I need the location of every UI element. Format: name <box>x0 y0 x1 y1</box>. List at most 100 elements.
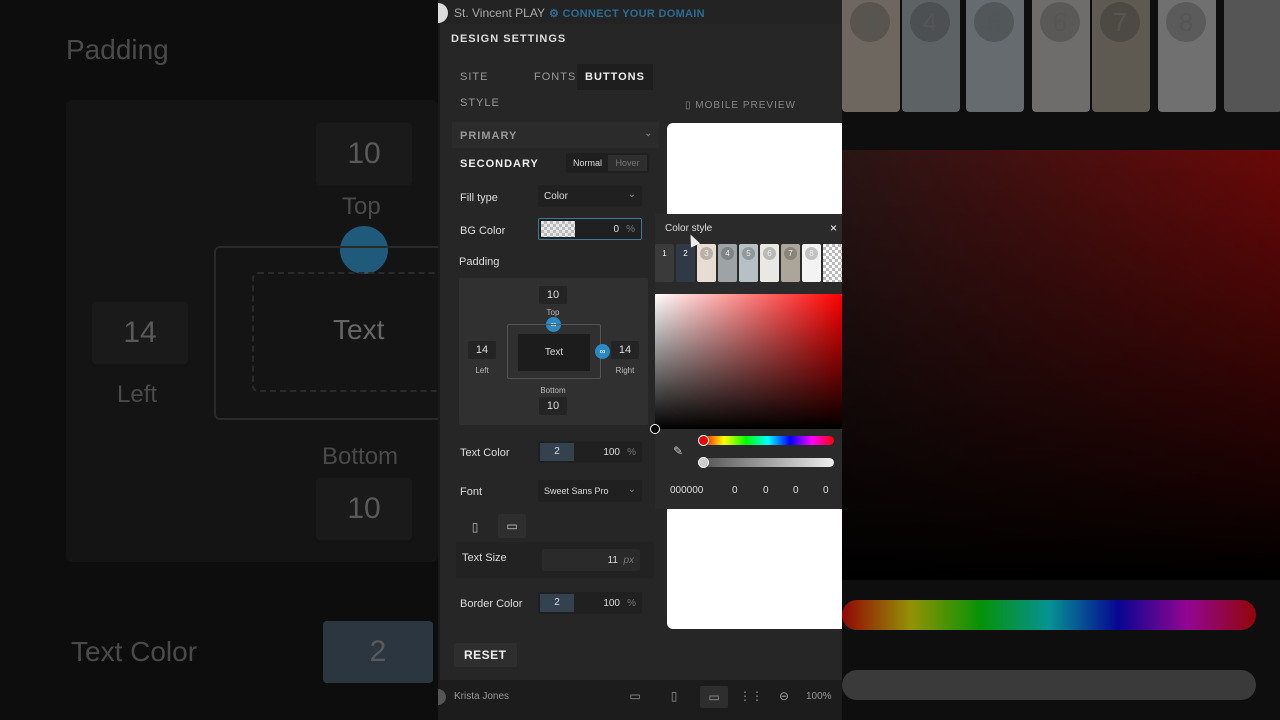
tablet-view-icon[interactable]: ▭ <box>700 686 728 708</box>
padding-top-input[interactable]: 10 <box>539 286 567 304</box>
bg-swatch-5: 5 <box>966 0 1024 112</box>
text-size-value: 11 <box>607 555 618 566</box>
grid-icon[interactable]: ⋮⋮ <box>739 689 763 705</box>
dialog-title: DESIGN SETTINGS <box>451 33 567 45</box>
text-color-label: Text Color <box>460 447 510 459</box>
mobile-device-icon[interactable]: ▯ <box>464 516 486 538</box>
hue-slider[interactable] <box>698 435 834 446</box>
blue-input[interactable]: 0 <box>793 485 799 496</box>
swatch-number: 3 <box>700 247 713 260</box>
text-size-input[interactable]: 11 px <box>542 549 640 571</box>
font-value: Sweet Sans Pro <box>544 486 609 496</box>
swatch-number: 2 <box>683 249 688 258</box>
bg-bottom-label: Bottom <box>322 443 399 470</box>
site-name[interactable]: St. Vincent PLAY <box>454 6 545 20</box>
tab-fonts[interactable]: FONTS <box>526 64 584 90</box>
bg-left-label: Left <box>117 381 158 408</box>
color-swatch-1[interactable]: 1 <box>655 244 674 282</box>
app-window: St. Vincent PLAY ⚙ CONNECT YOUR DOMAIN D… <box>438 0 842 720</box>
border-color-swatch[interactable]: 2 <box>540 594 574 612</box>
text-size-label: Text Size <box>462 552 507 564</box>
red-input[interactable]: 0 <box>732 485 738 496</box>
swatch-number: 5 <box>742 247 755 260</box>
padding-text-preview: Text <box>518 334 590 371</box>
fill-type-select[interactable]: Color ⌄ <box>538 185 642 207</box>
font-select[interactable]: Sweet Sans Pro ⌄ <box>538 480 642 502</box>
alpha-slider[interactable] <box>698 457 834 468</box>
state-normal-button[interactable]: Normal <box>568 155 607 171</box>
bg-text-color-swatch: 2 <box>323 621 433 683</box>
secondary-section-header[interactable]: SECONDARY Normal Hover <box>452 152 659 178</box>
color-swatch-2[interactable]: 2 <box>676 244 695 282</box>
bg-text-color-label: Text Color <box>71 636 198 667</box>
color-swatch-8[interactable]: 8 <box>802 244 821 282</box>
swatch-number: 8 <box>805 247 818 260</box>
primary-label: PRIMARY <box>460 130 518 142</box>
text-color-input[interactable]: 2 100 % <box>538 441 642 463</box>
bg-swatch-8: 8 <box>1158 0 1216 112</box>
swatch-number: 4 <box>721 247 734 260</box>
border-color-input[interactable]: 2 100 % <box>538 592 642 614</box>
color-picker-popup: Color style × 1 2 345678 ✎ 000000 0 0 0 0 <box>650 214 842 509</box>
saturation-value-area[interactable] <box>655 294 842 429</box>
bg-color-label: BG Color <box>460 225 506 237</box>
bg-swatch-3: 3 <box>842 0 900 112</box>
padding-left-label: Left <box>475 366 489 375</box>
connect-domain-link[interactable]: ⚙ CONNECT YOUR DOMAIN <box>549 7 705 20</box>
swatch-number: 1 <box>662 249 667 258</box>
text-color-swatch[interactable]: 2 <box>540 443 574 461</box>
desktop-view-icon[interactable]: ▭ <box>625 689 645 705</box>
alpha-handle[interactable] <box>698 457 709 468</box>
chevron-down-icon: ⌄ <box>627 484 636 495</box>
percent-sign: % <box>627 447 636 458</box>
hue-handle[interactable] <box>698 435 709 446</box>
padding-bottom-input[interactable]: 10 <box>539 397 567 415</box>
bg-opacity-value: 0 <box>613 224 619 235</box>
zoom-out-icon[interactable]: ⊖ <box>774 689 794 705</box>
bottom-bar: Krista Jones ▭ ▯ ▭ ⋮⋮ ⊖ 100% <box>438 680 842 720</box>
mobile-preview-label: MOBILE PREVIEW <box>695 100 796 111</box>
mobile-view-icon[interactable]: ▯ <box>664 689 684 705</box>
swatch-number: 6 <box>763 247 776 260</box>
color-swatch-6[interactable]: 6 <box>760 244 779 282</box>
green-input[interactable]: 0 <box>763 485 769 496</box>
transparent-swatch[interactable] <box>541 221 575 237</box>
desktop-device-icon[interactable]: ▭ <box>498 514 526 538</box>
chevron-down-icon: ⌄ <box>627 189 636 200</box>
close-icon[interactable]: × <box>830 221 837 235</box>
tab-site-style[interactable]: SITE STYLE <box>452 64 508 109</box>
hex-input[interactable]: 000000 <box>670 485 703 496</box>
color-swatch-4[interactable]: 4 <box>718 244 737 282</box>
transparent-swatch[interactable] <box>823 244 842 282</box>
color-swatch-5[interactable]: 5 <box>739 244 758 282</box>
color-swatch-7[interactable]: 7 <box>781 244 800 282</box>
secondary-label: SECONDARY <box>460 158 539 170</box>
state-toggle: Normal Hover <box>566 153 649 173</box>
user-name[interactable]: Krista Jones <box>454 691 509 702</box>
color-swatch-3[interactable]: 3 <box>697 244 716 282</box>
padding-bottom-label: Bottom <box>540 386 566 395</box>
reset-button[interactable]: RESET <box>454 643 517 667</box>
padding-right-input[interactable]: 14 <box>611 341 639 359</box>
primary-section-header[interactable]: PRIMARY ⌄ <box>452 122 659 148</box>
alpha-input[interactable]: 0 <box>823 485 829 496</box>
mobile-preview-toggle[interactable]: ▯ MOBILE PREVIEW <box>685 100 796 111</box>
padding-right-label: Right <box>615 366 635 375</box>
eyedropper-icon[interactable]: ✎ <box>673 444 683 458</box>
sv-handle[interactable] <box>650 424 660 434</box>
bg-color-input[interactable]: 0 % <box>538 218 642 240</box>
bg-bottom-value: 10 <box>316 478 412 540</box>
state-hover-button[interactable]: Hover <box>608 155 647 171</box>
user-avatar[interactable] <box>438 689 446 705</box>
design-settings-dialog: DESIGN SETTINGS SITE STYLE FONTS BUTTONS… <box>440 24 842 680</box>
link-horizontal-icon[interactable]: ∞ <box>595 344 610 359</box>
bg-text-preview: Text <box>333 314 385 345</box>
site-logo-icon[interactable] <box>438 3 448 23</box>
bg-swatch-4: 4 <box>902 0 960 112</box>
zoom-level[interactable]: 100% <box>806 691 832 702</box>
padding-top-label: Top <box>546 308 560 317</box>
percent-sign: % <box>626 224 635 235</box>
padding-left-input[interactable]: 14 <box>468 341 496 359</box>
bg-hue-bar <box>842 600 1256 630</box>
tab-buttons[interactable]: BUTTONS <box>577 64 653 90</box>
